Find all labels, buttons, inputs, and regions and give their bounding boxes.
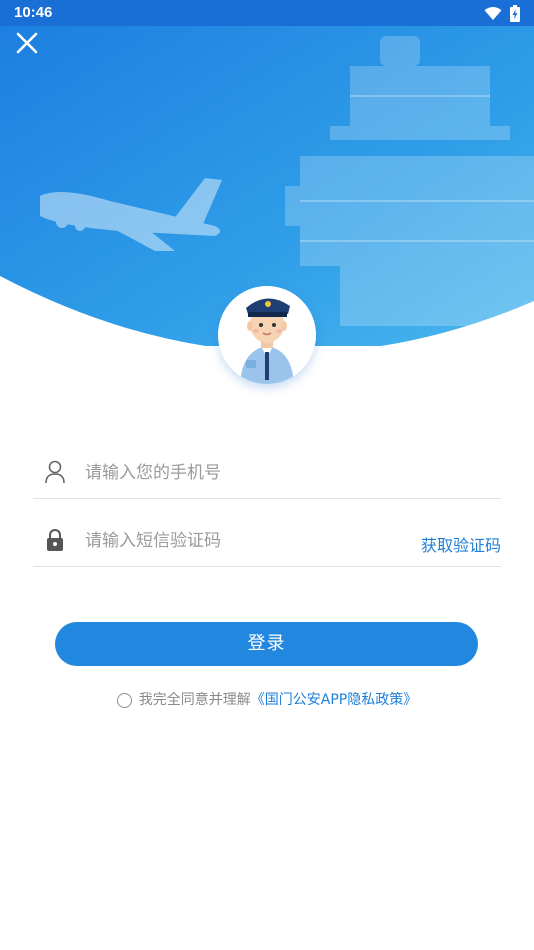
police-officer-icon — [218, 286, 316, 384]
agreement-text: 我完全同意并理解 — [138, 692, 251, 708]
wifi-icon — [484, 6, 502, 25]
get-code-button[interactable]: 获取验证码 — [421, 532, 501, 556]
status-bar: 10:46 — [0, 0, 534, 26]
lock-icon — [45, 528, 65, 552]
agreement-row: 我完全同意并理解《国门公安APP隐私政策》 — [0, 689, 534, 709]
login-button[interactable]: 登录 — [55, 622, 478, 666]
sms-code-input[interactable] — [83, 526, 417, 556]
status-time: 10:46 — [14, 4, 53, 21]
person-icon — [45, 460, 65, 484]
avatar — [218, 286, 316, 384]
privacy-policy-link[interactable]: 《国门公安APP隐私政策》 — [251, 692, 417, 708]
agreement-checkbox[interactable] — [116, 693, 132, 708]
close-icon — [14, 32, 40, 60]
close-button[interactable] — [14, 30, 40, 56]
phone-input[interactable] — [83, 458, 417, 488]
battery-charging-icon — [510, 5, 520, 26]
phone-field — [33, 430, 501, 499]
sms-code-field: 获取验证码 — [33, 498, 501, 567]
